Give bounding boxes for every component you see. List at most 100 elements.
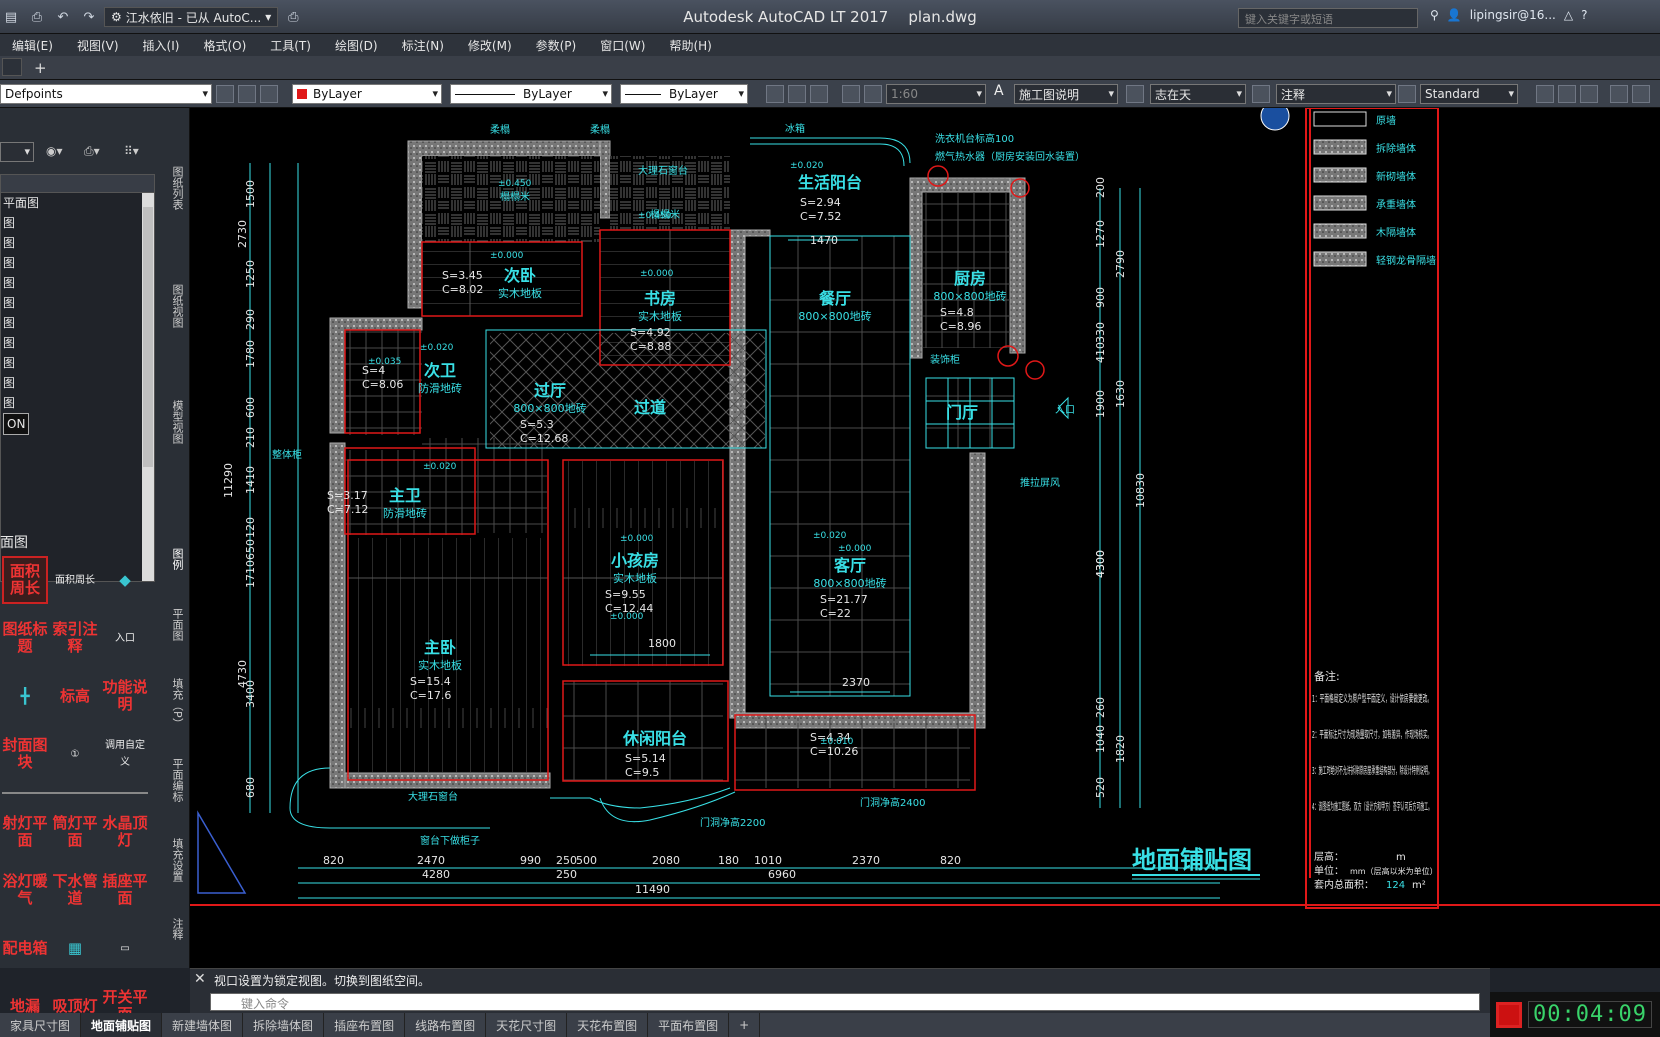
layout-tab[interactable]: 插座布置图 xyxy=(324,1013,406,1037)
view-cube-icon[interactable] xyxy=(1260,108,1290,131)
side-tab[interactable]: 图纸列表 xyxy=(167,166,185,210)
menu-modify[interactable]: 修改(M) xyxy=(456,37,524,54)
palette-tool[interactable]: 功能说明 xyxy=(102,672,148,720)
layout-tab[interactable]: 新建墙体图 xyxy=(162,1013,244,1037)
table-style-icon[interactable] xyxy=(1398,85,1416,103)
palette-tool[interactable]: ▭ xyxy=(102,924,148,972)
side-tab[interactable]: 填充（P） xyxy=(167,678,185,729)
print-icon[interactable]: ⎙ xyxy=(26,7,48,27)
side-tab[interactable]: 填充设置 xyxy=(167,838,185,882)
user-name[interactable]: lipingsir@16... xyxy=(1470,8,1556,22)
layout-tab[interactable]: 线路布置图 xyxy=(405,1013,487,1037)
scrollbar[interactable] xyxy=(142,193,154,581)
layout-tab[interactable]: 拆除墙体图 xyxy=(243,1013,325,1037)
palette-grid-icon[interactable]: ⠿▾ xyxy=(124,144,139,158)
palette-tool[interactable]: 标高 xyxy=(52,672,98,720)
palette-tool[interactable]: 面积周长 xyxy=(52,556,98,604)
list-item[interactable]: 平面图 xyxy=(1,193,154,213)
binoculars-icon[interactable]: ⚲ xyxy=(1430,8,1439,22)
palette-tool[interactable]: 筒灯平面 xyxy=(52,808,98,856)
search-input[interactable]: 键入关键字或短语 xyxy=(1238,8,1418,28)
list-item[interactable]: 图 xyxy=(1,393,154,413)
palette-tool-icon[interactable]: ◉▾ xyxy=(46,144,63,158)
draw-tool-icon[interactable] xyxy=(1558,85,1576,103)
palette-dropdown[interactable] xyxy=(0,142,34,162)
list-item[interactable]: 图 xyxy=(1,213,154,233)
layer-dropdown[interactable]: Defpoints xyxy=(0,84,212,104)
draw-tool-icon[interactable] xyxy=(1536,85,1554,103)
palette-tool[interactable]: 图纸标题 xyxy=(2,614,48,662)
layout-tab[interactable]: 天花尺寸图 xyxy=(486,1013,568,1037)
palette-print-icon[interactable]: ⎙▾ xyxy=(84,144,100,159)
list-item[interactable]: 图 xyxy=(1,373,154,393)
menu-help[interactable]: 帮助(H) xyxy=(657,37,723,54)
palette-tool[interactable]: ① xyxy=(52,730,98,778)
palette-tool[interactable]: 射灯平面 xyxy=(2,808,48,856)
menu-dimension[interactable]: 标注(N) xyxy=(390,37,456,54)
list-item[interactable]: 图 xyxy=(1,313,154,333)
draw-tool-icon[interactable] xyxy=(1580,85,1598,103)
palette-tool[interactable]: 面积周长 xyxy=(2,556,48,604)
list-item[interactable]: 图 xyxy=(1,333,154,353)
palette-tool[interactable]: 插座平面 xyxy=(102,866,148,914)
table-style-dropdown[interactable]: Standard xyxy=(1420,84,1518,104)
list-item[interactable]: 图 xyxy=(1,253,154,273)
layout-tab[interactable]: 家具尺寸图 xyxy=(0,1013,82,1037)
viewport-lock-icon[interactable] xyxy=(864,85,882,103)
draw-tool-icon[interactable] xyxy=(1610,85,1628,103)
menu-edit[interactable]: 编辑(E) xyxy=(0,37,65,54)
palette-tool[interactable]: 下水管道 xyxy=(52,866,98,914)
menu-view[interactable]: 视图(V) xyxy=(65,37,131,54)
autodesk-icon[interactable]: △ xyxy=(1564,8,1573,22)
mleader-style-dropdown[interactable]: 注释 xyxy=(1276,84,1396,104)
viewport-scale-icon[interactable] xyxy=(842,85,860,103)
palette-tool[interactable]: ╋ xyxy=(2,672,48,720)
menu-draw[interactable]: 绘图(D) xyxy=(323,37,390,54)
palette-tool[interactable]: 水晶顶灯 xyxy=(102,808,148,856)
scale-dropdown[interactable]: 1:60 xyxy=(886,84,986,104)
lineweight-dropdown[interactable]: ByLayer xyxy=(620,84,748,104)
side-tab[interactable]: 平面编标 xyxy=(167,758,185,802)
linetype-dropdown[interactable]: ByLayer xyxy=(450,84,612,104)
menu-window[interactable]: 窗口(W) xyxy=(588,37,657,54)
text-style-icon[interactable]: A xyxy=(994,83,1012,101)
color-dropdown[interactable]: ByLayer xyxy=(292,84,442,104)
add-layout-icon[interactable]: + xyxy=(729,1013,761,1037)
menu-tools[interactable]: 工具(T) xyxy=(258,37,323,54)
scroll-thumb[interactable] xyxy=(143,207,153,467)
list-item[interactable]: 图 xyxy=(1,293,154,313)
palette-tool[interactable]: 封面图块 xyxy=(2,730,48,778)
layout-tab[interactable]: 平面布置图 xyxy=(648,1013,730,1037)
layer-tool-icon[interactable] xyxy=(216,85,234,103)
palette-tool[interactable]: 入口 xyxy=(102,614,148,662)
layout-tab[interactable]: 地面铺贴图 xyxy=(81,1013,163,1037)
side-tab[interactable]: 图例 xyxy=(167,548,185,570)
new-tab-icon[interactable]: + xyxy=(34,59,47,77)
undo-icon[interactable]: ↶ xyxy=(52,7,74,27)
menu-parametric[interactable]: 参数(P) xyxy=(524,37,589,54)
close-icon[interactable]: ✕ xyxy=(194,971,206,987)
redo-icon[interactable]: ↷ xyxy=(78,7,100,27)
record-icon[interactable] xyxy=(1496,1001,1522,1028)
list-item[interactable]: 图 xyxy=(1,273,154,293)
viewport-icon[interactable] xyxy=(766,85,784,103)
palette-tool[interactable]: 调用自定义 xyxy=(102,730,148,778)
layer-match-icon[interactable] xyxy=(260,85,278,103)
mleader-style-icon[interactable] xyxy=(1252,85,1270,103)
plot-icon[interactable]: ⎙ xyxy=(282,7,304,27)
text-style-dropdown[interactable]: 施工图说明 xyxy=(1014,84,1118,104)
command-input[interactable]: 键入命令 xyxy=(210,993,1480,1011)
layer-state-icon[interactable] xyxy=(238,85,256,103)
menu-insert[interactable]: 插入(I) xyxy=(131,37,192,54)
palette-tool[interactable]: 配电箱 xyxy=(2,924,48,972)
drawing-canvas[interactable]: 820 2470 990 250 500 2080 180 1010 2370 820 4280 25… xyxy=(190,108,1660,968)
menu-format[interactable]: 格式(O) xyxy=(191,37,258,54)
user-icon[interactable]: 👤 xyxy=(1447,8,1462,22)
file-tab[interactable] xyxy=(2,58,22,76)
list-item[interactable]: ON xyxy=(1,413,154,435)
help-icon[interactable]: ? xyxy=(1581,8,1587,22)
open-icon[interactable]: ▤ xyxy=(0,7,22,27)
palette-tool[interactable]: ◆ xyxy=(102,556,148,604)
floor-plan[interactable]: 820 2470 990 250 500 2080 180 1010 2370 820 4280 25… xyxy=(190,108,1660,968)
palette-tool[interactable]: 索引注释 xyxy=(52,614,98,662)
